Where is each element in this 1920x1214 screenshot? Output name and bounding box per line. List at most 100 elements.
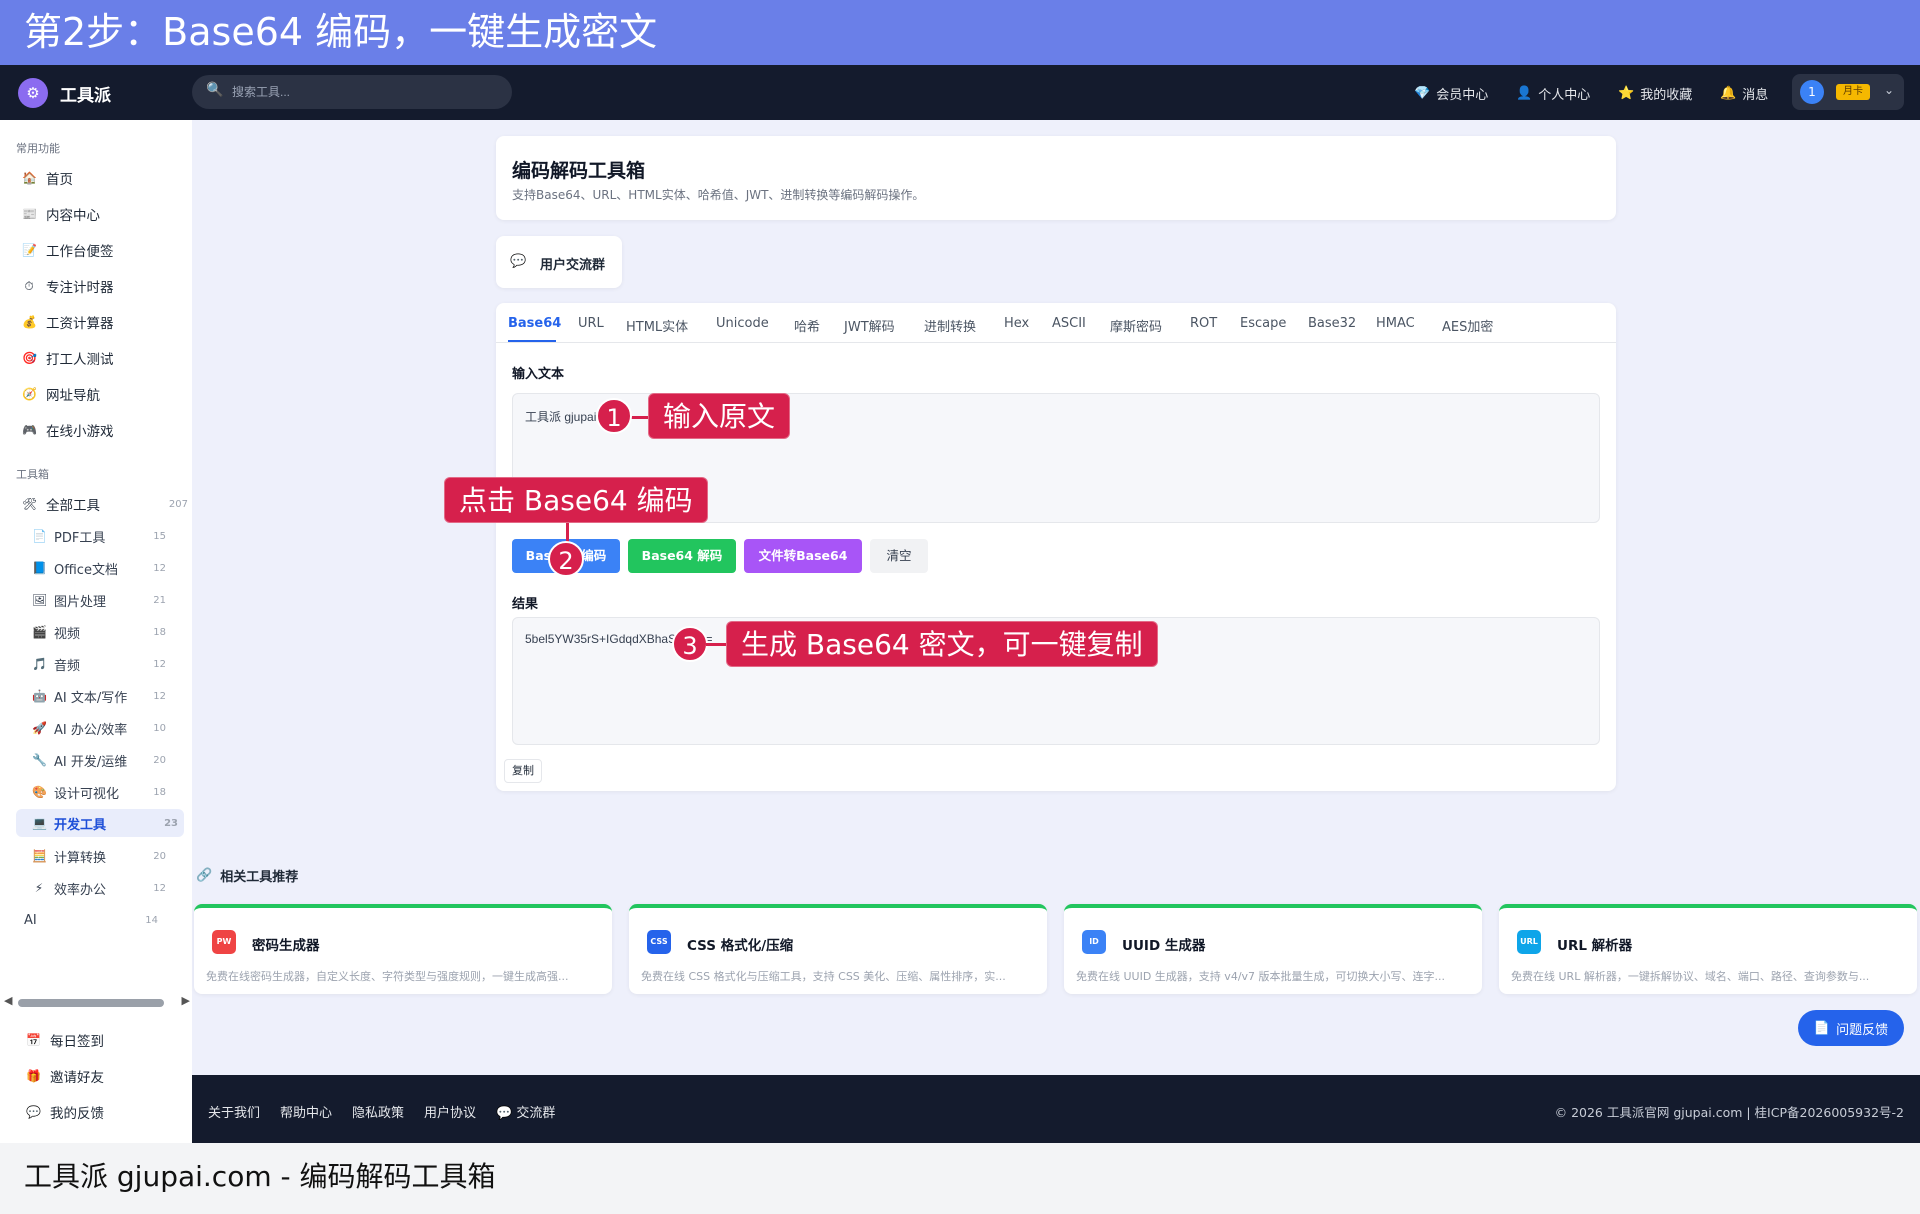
toolbox-icon[interactable]: ⚙: [18, 78, 48, 108]
sidebar-item-games[interactable]: 🎮 在线小游戏: [22, 420, 114, 440]
sidebar-item-label: 邀请好友: [50, 1070, 104, 1086]
search-input[interactable]: [232, 81, 492, 103]
tab-rot[interactable]: ROT: [1190, 316, 1217, 331]
tab-html-entity[interactable]: HTML实体: [626, 316, 688, 335]
tab-hmac[interactable]: HMAC: [1376, 316, 1415, 331]
nav-favorites-label: 我的收藏: [1640, 88, 1693, 103]
sidebar-cat-office[interactable]: 📘 Office文档 12: [32, 554, 172, 582]
lightning-icon: ⚡: [34, 881, 44, 895]
tab-ascii[interactable]: ASCII: [1052, 316, 1086, 331]
sidebar-item-label: 在线小游戏: [46, 424, 114, 440]
footer-link-group[interactable]: 💬 交流群: [496, 1102, 555, 1121]
tool-name: URL 解析器: [1557, 938, 1633, 954]
tool-card-uuid[interactable]: ID UUID 生成器 免费在线 UUID 生成器，支持 v4/v7 版本批量生…: [1064, 904, 1482, 994]
sidebar-cat-audio[interactable]: 🎵 音频 12: [32, 650, 172, 678]
document-icon: 📘: [32, 561, 47, 575]
document-icon: 📄: [1813, 1020, 1831, 1036]
footer-link-privacy[interactable]: 隐私政策: [352, 1102, 404, 1121]
tab-unicode[interactable]: Unicode: [716, 316, 769, 331]
tab-aes[interactable]: AES加密: [1442, 316, 1493, 335]
sidebar-cat-ai-dev[interactable]: 🔧 AI 开发/运维 20: [32, 746, 172, 774]
stopwatch-icon: ⏱: [24, 278, 34, 293]
copy-button[interactable]: 复制: [504, 759, 542, 783]
nav-vip-center[interactable]: 💎 会员中心: [1414, 84, 1488, 103]
sidebar-item-all-tools[interactable]: 🛠 全部工具 207: [22, 494, 188, 514]
annotation-step-1: 1: [596, 398, 632, 434]
tab-jwt[interactable]: JWT解码: [844, 316, 895, 335]
sidebar-cat-label: 视频: [54, 626, 81, 642]
sidebar-item-timer[interactable]: ⏱ 专注计时器: [22, 276, 113, 297]
speech-bubble-icon: 💬: [26, 1105, 41, 1119]
sidebar-horizontal-scrollbar[interactable]: ◀ ▶: [4, 992, 190, 1012]
sidebar-item-nav-sites[interactable]: 🧭 网址导航: [22, 384, 100, 404]
sidebar-cat-design[interactable]: 🎨 设计可视化 18: [32, 778, 172, 806]
sidebar-item-home[interactable]: 🏠 首页: [22, 168, 73, 188]
base64-decode-button[interactable]: Base64 解码: [628, 539, 736, 573]
sidebar-cat-image[interactable]: 🖼 图片处理 21: [32, 586, 172, 614]
encoder-panel: Base64 URL HTML实体 Unicode 哈希 JWT解码 进制转换 …: [496, 303, 1616, 791]
tab-hash[interactable]: 哈希: [794, 316, 820, 335]
sidebar-item-content[interactable]: 📰 内容中心: [22, 204, 100, 224]
file-to-base64-button[interactable]: 文件转Base64: [744, 539, 862, 573]
sidebar-item-salary[interactable]: 💰 工资计算器: [22, 312, 114, 332]
pdf-icon: 📄: [32, 529, 47, 543]
user-menu[interactable]: 1 月卡 ⌄: [1792, 74, 1904, 110]
css-icon: CSS: [647, 930, 671, 954]
wrench-icon: 🔧: [32, 753, 47, 767]
page-subtitle: 支持Base64、URL、HTML实体、哈希值、JWT、进制转换等编码解码操作。: [512, 188, 925, 202]
annotation-callout-3: 生成 Base64 密文，可一键复制: [726, 621, 1158, 667]
tab-escape[interactable]: Escape: [1240, 316, 1286, 331]
sidebar-item-invite[interactable]: 🎁 邀请好友: [26, 1066, 104, 1086]
sidebar-cat-video[interactable]: 🎬 视频 18: [32, 618, 172, 646]
tab-base64[interactable]: Base64: [508, 316, 561, 331]
sidebar-item-notes[interactable]: 📝 工作台便签: [22, 240, 114, 260]
id-icon: ID: [1082, 930, 1106, 954]
annotation-callout-1: 输入原文: [648, 393, 791, 439]
nav-messages[interactable]: 🔔 消息: [1720, 84, 1768, 103]
sidebar-item-label: 我的反馈: [50, 1106, 104, 1122]
scroll-left-icon[interactable]: ◀: [4, 994, 12, 1007]
footer-link-about[interactable]: 关于我们: [208, 1102, 260, 1121]
input-label: 输入文本: [512, 367, 565, 382]
search-box[interactable]: 🔍: [192, 75, 512, 109]
sidebar-cat-calc[interactable]: 🧮 计算转换 20: [32, 842, 172, 870]
tab-base32[interactable]: Base32: [1308, 316, 1356, 331]
tab-radix[interactable]: 进制转换: [924, 316, 976, 335]
tool-card-css[interactable]: CSS CSS 格式化/压缩 免费在线 CSS 格式化与压缩工具，支持 CSS …: [629, 904, 1047, 994]
result-label: 结果: [512, 597, 539, 612]
sidebar-cat-dev-tools[interactable]: 💻 开发工具 23: [16, 809, 184, 837]
user-icon: 👤: [1516, 86, 1533, 101]
sidebar-cat-label: 开发工具: [54, 817, 107, 833]
sidebar-cat-ai-writing[interactable]: 🤖 AI 文本/写作 12: [32, 682, 172, 710]
sidebar-item-feedback[interactable]: 💬 我的反馈: [26, 1102, 104, 1122]
nav-profile[interactable]: 👤 个人中心: [1516, 84, 1590, 103]
user-group-button[interactable]: 💬 用户交流群: [496, 236, 622, 288]
footer-link-help[interactable]: 帮助中心: [280, 1102, 332, 1121]
sidebar-cat-ai-office[interactable]: 🚀 AI 办公/效率 10: [32, 714, 172, 742]
tab-morse[interactable]: 摩斯密码: [1110, 316, 1162, 335]
tab-hex[interactable]: Hex: [1004, 316, 1029, 331]
diamond-icon: 💎: [1414, 86, 1431, 101]
sidebar-item-worker-test[interactable]: 🎯 打工人测试: [22, 348, 114, 368]
sidebar-cat-productivity[interactable]: ⚡ 效率办公 12: [32, 874, 172, 902]
tool-card-url-parser[interactable]: URL URL 解析器 免费在线 URL 解析器，一键拆解协议、域名、端口、路径…: [1499, 904, 1917, 994]
footer-link-terms[interactable]: 用户协议: [424, 1102, 476, 1121]
sidebar-cat-pdf[interactable]: 📄 PDF工具 15: [32, 522, 172, 550]
scrollbar-thumb[interactable]: [18, 999, 164, 1007]
sidebar-cat-label: 效率办公: [54, 882, 107, 898]
laptop-icon: 💻: [32, 816, 47, 830]
tool-card-password[interactable]: PW 密码生成器 免费在线密码生成器，自定义长度、字符类型与强度规则，一键生成高…: [194, 904, 612, 994]
sidebar-cat-label: AI 开发/运维: [54, 754, 128, 770]
sidebar-cat-ai[interactable]: AI 14: [24, 906, 164, 934]
sidebar-item-checkin[interactable]: 📅 每日签到: [26, 1030, 104, 1050]
nav-favorites[interactable]: ⭐ 我的收藏: [1618, 84, 1692, 103]
app-title[interactable]: 工具派: [60, 81, 111, 106]
sidebar-cat-label: AI 文本/写作: [54, 690, 128, 706]
tab-url[interactable]: URL: [578, 316, 604, 331]
feedback-button[interactable]: 📄 问题反馈: [1798, 1010, 1904, 1046]
scroll-right-icon[interactable]: ▶: [182, 994, 190, 1007]
clear-button[interactable]: 清空: [870, 539, 928, 573]
tool-name: 密码生成器: [252, 938, 320, 954]
tool-description: 免费在线 CSS 格式化与压缩工具，支持 CSS 美化、压缩、属性排序，实...: [641, 970, 1006, 983]
tool-name: UUID 生成器: [1122, 938, 1206, 954]
